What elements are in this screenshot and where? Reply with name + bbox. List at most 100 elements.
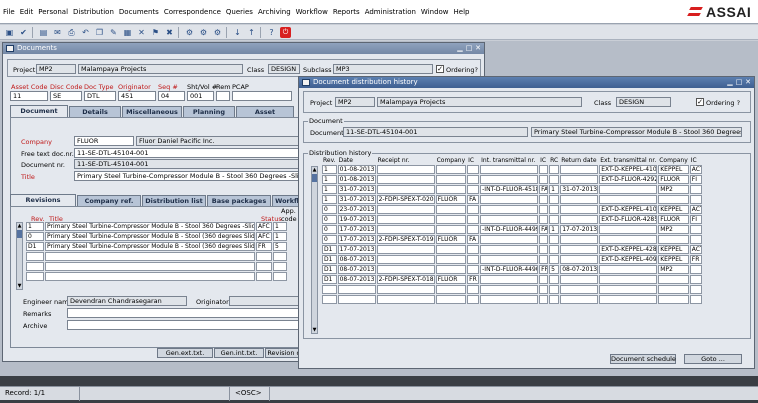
history-ext-ic-cell[interactable]	[689, 265, 702, 274]
history-int-transmittal-cell[interactable]	[480, 255, 539, 264]
history-row[interactable]: 0 17-07-2013 -INT-D-FLUOR-44992 FA 1 17-07-20…	[322, 225, 702, 234]
history-int-ic-cell[interactable]	[539, 295, 549, 304]
history-date-cell[interactable]: 08-07-2013	[337, 265, 376, 274]
history-row[interactable]: 1 01-08-2013 EXT-D-FLUOR-42926 FLUOR FI	[322, 175, 702, 184]
history-row[interactable]: 023-07-2013 EXT-D-KEPPEL-41020KEPPELACT	[322, 205, 702, 214]
goto-button[interactable]: Goto ...	[684, 354, 742, 364]
history-int-ic-cell[interactable]	[539, 165, 549, 174]
history-row[interactable]: 017-07-20132-FDPI-SPEX-T-01936FLUORFA	[322, 235, 702, 244]
revision-row[interactable]: D1 Primary Steel Turbine-Compressor Modul…	[26, 242, 287, 251]
history-ext-company-cell[interactable]	[658, 275, 689, 284]
history-rc-cell[interactable]	[549, 235, 560, 244]
history-return-date-cell[interactable]: 31-07-2013	[560, 185, 599, 194]
next-record-icon[interactable]: ↓	[232, 27, 243, 38]
print-icon[interactable]: ⎙	[66, 27, 77, 38]
revision-rev-cell[interactable]	[26, 272, 44, 281]
revision-status-cell[interactable]	[256, 262, 272, 271]
history-rc-cell[interactable]	[549, 165, 560, 174]
seq-field[interactable]: 04	[158, 91, 185, 101]
history-ext-transmittal-cell[interactable]	[599, 225, 658, 234]
revision-title-cell[interactable]	[45, 252, 255, 261]
history-int-ic-cell[interactable]	[539, 285, 549, 294]
history-receipt-nr-cell[interactable]	[376, 205, 435, 214]
history-ext-company-cell[interactable]: FLUOR	[658, 175, 689, 184]
history-receipt-nr-cell[interactable]	[376, 265, 435, 274]
history-return-date-cell[interactable]	[560, 205, 599, 214]
paste-icon[interactable]: ▦	[122, 27, 133, 38]
history-ext-ic-cell[interactable]	[689, 285, 702, 294]
history-int-transmittal-cell[interactable]	[480, 215, 539, 224]
history-receipt-nr-cell[interactable]	[376, 255, 435, 264]
history-receipt-nr-cell[interactable]	[376, 285, 435, 294]
disc-code-field[interactable]: SE	[50, 91, 82, 101]
history-company-cell[interactable]: FLUOR	[435, 195, 467, 204]
history-rc-cell[interactable]	[549, 285, 560, 294]
history-int-transmittal-cell[interactable]	[480, 285, 539, 294]
revision-code-cell[interactable]	[273, 262, 287, 271]
history-int-ic-cell[interactable]: FA	[539, 225, 549, 234]
history-scrollbar[interactable]: ▲ ▼	[311, 166, 318, 334]
history-date-cell[interactable]: 08-07-2013	[337, 275, 376, 284]
history-ext-ic-cell[interactable]	[689, 225, 702, 234]
history-ic-cell[interactable]: FR	[467, 275, 480, 284]
title-field[interactable]: Primary Steel Turbine-Compressor Module …	[74, 171, 302, 181]
history-ext-company-cell[interactable]	[658, 295, 689, 304]
history-ext-ic-cell[interactable]	[689, 185, 702, 194]
gen-ext-txt-button[interactable]: Gen.ext.txt.	[157, 348, 213, 358]
menu-help[interactable]: Help	[454, 8, 470, 16]
history-rev-cell[interactable]: 1	[322, 165, 337, 174]
revision-status-cell[interactable]	[256, 272, 272, 281]
history-ic-cell[interactable]	[467, 295, 480, 304]
history-company-cell[interactable]	[435, 185, 467, 194]
history-row[interactable]: D108-07-20132-FDPI-SPEX-T-01873FLUORFR	[322, 275, 702, 284]
history-ext-ic-cell[interactable]	[689, 295, 702, 304]
history-int-ic-cell[interactable]	[539, 235, 549, 244]
history-ext-transmittal-cell[interactable]	[599, 195, 658, 204]
history-receipt-nr-cell[interactable]	[376, 185, 435, 194]
history-ext-ic-cell[interactable]: ACT	[689, 245, 702, 254]
history-ext-company-cell[interactable]: KEPPEL	[658, 255, 689, 264]
revision-code-cell[interactable]: 1	[273, 222, 287, 231]
history-int-transmittal-cell[interactable]	[480, 195, 539, 204]
history-receipt-nr-cell[interactable]	[376, 225, 435, 234]
history-return-date-cell[interactable]	[560, 175, 599, 184]
revision-rev-cell[interactable]	[26, 262, 44, 271]
history-ext-transmittal-cell[interactable]	[599, 295, 658, 304]
history-return-date-cell[interactable]	[560, 165, 599, 174]
revision-row[interactable]	[26, 272, 287, 281]
history-rev-cell[interactable]: 0	[322, 215, 337, 224]
history-date-cell[interactable]: 08-07-2013	[337, 255, 376, 264]
maximize-icon[interactable]: □	[465, 44, 473, 52]
tab-miscellaneous[interactable]: Miscellaneous	[122, 106, 182, 117]
history-company-cell[interactable]: FLUOR	[435, 235, 467, 244]
history-ic-cell[interactable]: FA	[467, 235, 480, 244]
history-date-cell[interactable]: 31-07-2013	[337, 195, 376, 204]
revision-code-cell[interactable]: 5	[273, 242, 287, 251]
history-ic-cell[interactable]	[467, 225, 480, 234]
gen-int-txt-button[interactable]: Gen.int.txt.	[214, 348, 264, 358]
document-schedule-button[interactable]: Document schedule	[610, 354, 676, 364]
history-rc-cell[interactable]	[549, 255, 560, 264]
sht-vol-field[interactable]: 001	[187, 91, 214, 101]
history-ext-ic-cell[interactable]	[689, 195, 702, 204]
scroll-thumb[interactable]	[312, 174, 317, 182]
history-ext-ic-cell[interactable]: ACT	[689, 205, 702, 214]
project-code-field[interactable]: MP2	[36, 64, 76, 74]
history-date-cell[interactable]: 23-07-2013	[337, 205, 376, 214]
history-rc-cell[interactable]	[549, 295, 560, 304]
menu-personal[interactable]: Personal	[38, 8, 68, 16]
revision-status-cell[interactable]: AFC	[256, 232, 272, 241]
history-return-date-cell[interactable]: 17-07-2013	[560, 225, 599, 234]
copy-icon[interactable]: ❐	[94, 27, 105, 38]
history-rc-cell[interactable]	[549, 175, 560, 184]
history-int-transmittal-cell[interactable]	[480, 175, 539, 184]
history-rev-cell[interactable]: 1	[322, 175, 337, 184]
mail-icon[interactable]: ✉	[52, 27, 63, 38]
minimize-icon[interactable]: ▁	[726, 78, 734, 86]
history-rev-cell[interactable]: 1	[322, 185, 337, 194]
history-ext-company-cell[interactable]: FLUOR	[658, 215, 689, 224]
revision-rev-cell[interactable]: 0	[26, 232, 44, 241]
revision-row[interactable]	[26, 262, 287, 271]
execute-query-icon[interactable]: ⚙	[198, 27, 209, 38]
history-return-date-cell[interactable]	[560, 285, 599, 294]
